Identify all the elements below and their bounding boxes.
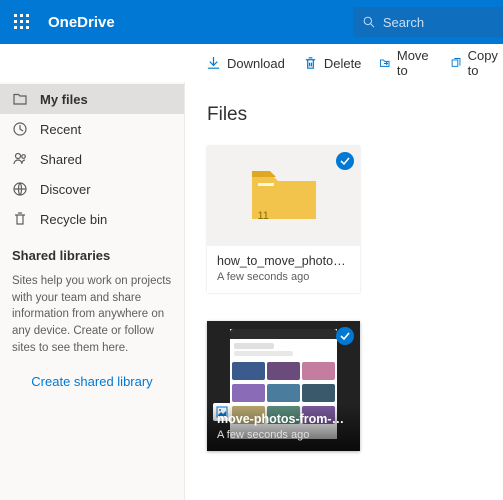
app-launcher-icon[interactable] (0, 0, 44, 44)
search-input[interactable] (383, 15, 493, 30)
sidebar-item-recent[interactable]: Recent (0, 114, 184, 144)
move-to-icon (379, 56, 390, 71)
sidebar-item-discover[interactable]: Discover (0, 174, 184, 204)
shared-libraries-description: Sites help you work on projects with you… (12, 273, 172, 356)
search-box[interactable] (353, 7, 503, 37)
move-to-button[interactable]: Move to (371, 44, 440, 82)
folder-large-icon: 11 (248, 165, 320, 228)
discover-icon (12, 181, 28, 197)
sidebar-item-recycle-bin[interactable]: Recycle bin (0, 204, 184, 234)
delete-icon (303, 56, 318, 71)
item-thumbnail: 11 (207, 146, 360, 246)
sidebar-item-label: Shared (40, 152, 82, 167)
create-shared-library-link[interactable]: Create shared library (0, 364, 184, 399)
search-icon (363, 15, 375, 29)
copy-to-button[interactable]: Copy to (442, 44, 503, 82)
sidebar-item-shared[interactable]: Shared (0, 144, 184, 174)
download-icon (206, 56, 221, 71)
shared-libraries-section: Shared libraries Sites help you work on … (0, 234, 184, 364)
item-timestamp: A few seconds ago (217, 271, 350, 283)
item-name: move-photos-from-go… (217, 412, 350, 426)
sidebar-item-label: Recent (40, 122, 81, 137)
delete-label: Delete (324, 56, 362, 71)
item-name: how_to_move_photos_f… (217, 254, 350, 268)
file-item-image[interactable]: move-photos-from-go… A few seconds ago (207, 321, 360, 451)
copy-to-icon (450, 56, 461, 71)
selection-check-icon[interactable] (336, 152, 354, 170)
selection-check-icon[interactable] (336, 327, 354, 345)
delete-button[interactable]: Delete (295, 52, 370, 75)
people-icon (12, 151, 28, 167)
shared-libraries-title: Shared libraries (12, 248, 172, 263)
command-bar: Download Delete Move to Copy to (0, 44, 503, 82)
page-title: Files (207, 104, 481, 126)
download-label: Download (227, 56, 285, 71)
recycle-bin-icon (12, 211, 28, 227)
sidebar: My files Recent Shared Discover Recycle … (0, 82, 185, 500)
sidebar-item-my-files[interactable]: My files (0, 84, 184, 114)
item-timestamp: A few seconds ago (217, 429, 350, 441)
item-meta: how_to_move_photos_f… A few seconds ago (207, 246, 360, 293)
sidebar-item-label: My files (40, 92, 88, 107)
item-thumbnail: move-photos-from-go… A few seconds ago (207, 321, 360, 451)
sidebar-item-label: Recycle bin (40, 212, 107, 227)
content-area: Files 11 how_to_move_photos_f… A few sec… (185, 82, 503, 500)
folder-item-count: 11 (258, 210, 269, 222)
sidebar-item-label: Discover (40, 182, 91, 197)
file-item-folder[interactable]: 11 how_to_move_photos_f… A few seconds a… (207, 146, 360, 293)
copy-to-label: Copy to (468, 48, 502, 78)
download-button[interactable]: Download (198, 52, 293, 75)
brand-label: OneDrive (48, 14, 115, 31)
clock-icon (12, 121, 28, 137)
move-to-label: Move to (397, 48, 432, 78)
item-meta: move-photos-from-go… A few seconds ago (207, 404, 360, 451)
folder-icon (12, 91, 28, 107)
app-header: OneDrive (0, 0, 503, 44)
